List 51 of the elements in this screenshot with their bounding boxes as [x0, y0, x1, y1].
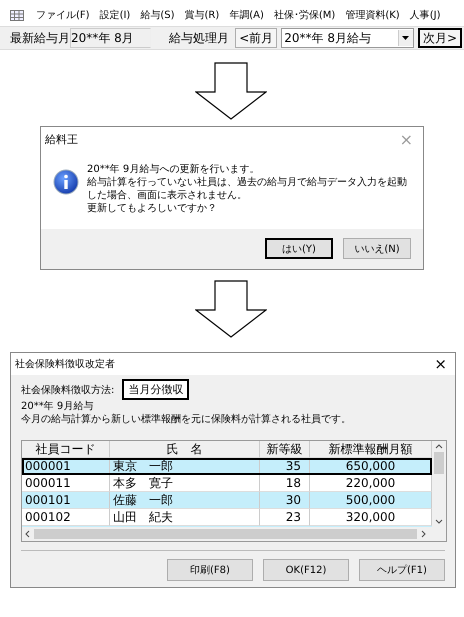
- dialog-button[interactable]: はい(Y): [265, 238, 333, 259]
- scroll-thumb[interactable]: [34, 529, 417, 539]
- close-button[interactable]: ×: [434, 355, 447, 373]
- scroll-thumb[interactable]: [434, 452, 444, 474]
- month-dropdown[interactable]: 20**年 8月給与: [281, 28, 414, 48]
- table-cell: 000101: [22, 492, 110, 509]
- table-row[interactable]: 000001 東京 一郎 35 650,000: [22, 458, 432, 475]
- table-cell: 30: [260, 492, 310, 509]
- scroll-down-icon[interactable]: [435, 519, 443, 524]
- scroll-left-icon[interactable]: [25, 530, 30, 538]
- scroll-up-icon[interactable]: [435, 444, 443, 449]
- table-cell: 35: [260, 458, 310, 475]
- month-text: 20**年 9月給与: [21, 400, 94, 413]
- next-month-button[interactable]: 次月>: [418, 28, 462, 48]
- processing-month-label: 給与処理月: [169, 30, 230, 46]
- message-text: した場合、画面に表示されません。: [87, 189, 248, 202]
- menu-item[interactable]: ファイル(F): [36, 8, 90, 22]
- method-value: 当月分徴収: [122, 379, 190, 400]
- grid-icon[interactable]: [10, 10, 24, 20]
- menu-item[interactable]: 賞与(R): [184, 8, 220, 22]
- dialog-button[interactable]: ヘルプ(F1): [359, 559, 445, 581]
- menu-item[interactable]: 年調(A): [229, 8, 264, 22]
- message-text: 更新してもよろしいですか？: [87, 202, 218, 215]
- vertical-scrollbar[interactable]: [432, 441, 446, 527]
- latest-month-label: 最新給与月: [10, 30, 70, 46]
- menu-item[interactable]: 人事(J): [410, 8, 440, 22]
- menu-item[interactable]: 社保･労保(M): [274, 8, 336, 22]
- dialog-button[interactable]: OK(F12): [263, 559, 349, 581]
- dialog-title: 社会保険料徴収改定者: [15, 358, 115, 371]
- down-arrow-icon: [195, 280, 267, 338]
- message-text: 給与計算を行っていない社員は、過去の給与月で給与データ入力を起動: [87, 176, 407, 189]
- down-arrow-icon: [195, 62, 267, 120]
- scroll-right-icon[interactable]: [421, 530, 426, 538]
- menu-item[interactable]: 設定(I): [100, 8, 130, 22]
- table-cell: 東京 一郎: [110, 458, 260, 475]
- menu-item[interactable]: 管理資料(K): [345, 8, 400, 22]
- table-cell: 佐藤 一郎: [110, 492, 260, 509]
- description-text: 今月の給与計算から新しい標準報酬を元に保険料が計算される社員です。: [21, 413, 352, 426]
- info-icon: [53, 169, 79, 195]
- table-cell: 000001: [22, 458, 110, 475]
- table-row[interactable]: 000101 佐藤 一郎 30 500,000: [22, 492, 432, 509]
- method-label: 社会保険料徴収方法:: [21, 384, 114, 396]
- dialog-title: 給料王: [45, 132, 78, 146]
- horizontal-scrollbar[interactable]: [22, 527, 446, 541]
- dialog-button[interactable]: 印刷(F8): [167, 559, 253, 581]
- latest-month-field: 20**年 8月: [70, 28, 152, 48]
- previous-month-button[interactable]: <前月: [235, 28, 278, 48]
- dropdown-arrow-icon[interactable]: [402, 36, 410, 40]
- menu-item[interactable]: 給与(S): [140, 8, 174, 22]
- dialog-button[interactable]: いいえ(N): [343, 238, 411, 259]
- message-text: 20**年 9月給与への更新を行います。: [87, 163, 260, 176]
